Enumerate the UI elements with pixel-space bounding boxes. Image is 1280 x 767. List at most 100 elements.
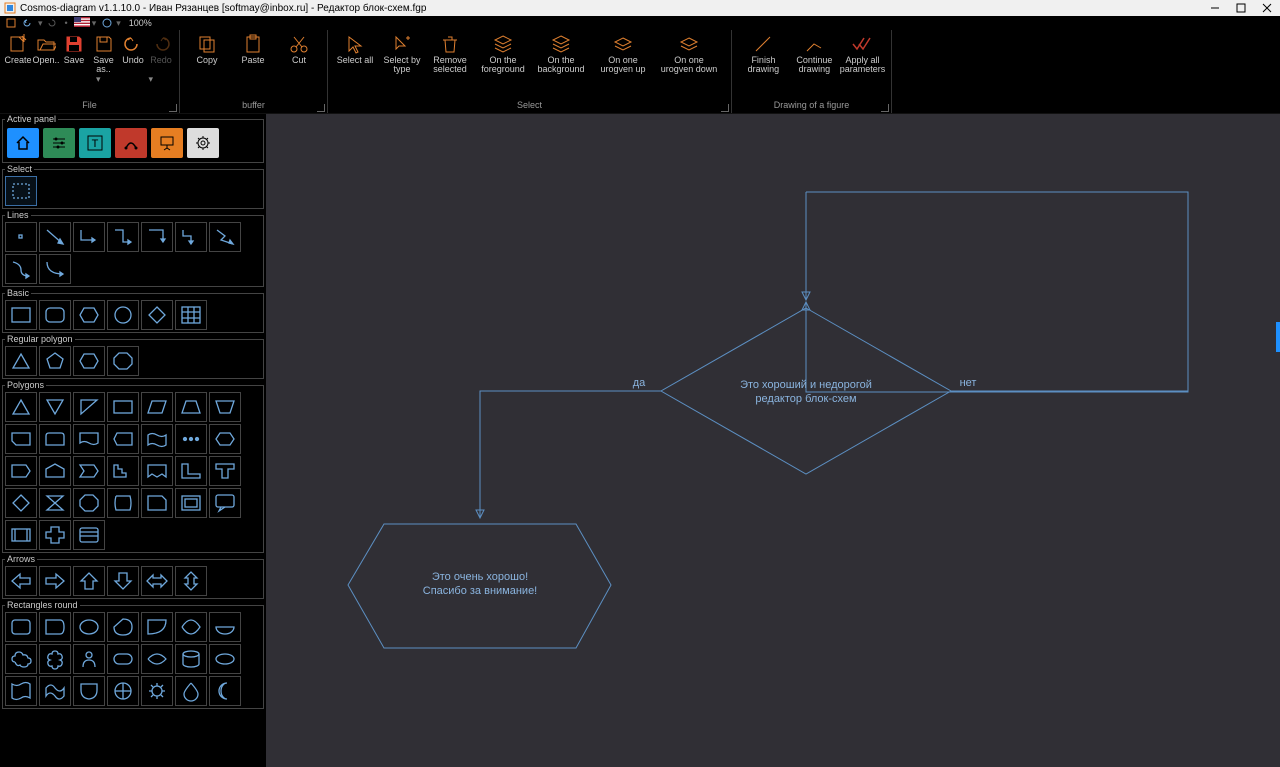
poly-tri-down[interactable]: [39, 392, 71, 422]
line-arrow[interactable]: [39, 222, 71, 252]
foreground-button[interactable]: On the foreground: [474, 32, 532, 99]
poly-form[interactable]: [73, 520, 105, 550]
arrow-left[interactable]: [5, 566, 37, 596]
select-by-type-button[interactable]: Select by type: [378, 32, 426, 99]
close-button[interactable]: [1254, 1, 1280, 15]
arrow-lr[interactable]: [141, 566, 173, 596]
poly-tag[interactable]: [5, 456, 37, 486]
poly-tri-right[interactable]: [73, 392, 105, 422]
regpoly-pentagon[interactable]: [39, 346, 71, 376]
poly-tab[interactable]: [39, 424, 71, 454]
poly-t[interactable]: [209, 456, 241, 486]
tool-select-rect[interactable]: [5, 176, 37, 206]
qat-redo-icon[interactable]: [45, 17, 59, 29]
rr-cyl[interactable]: [175, 644, 207, 674]
line-elbow-2[interactable]: [107, 222, 139, 252]
arrow-right[interactable]: [39, 566, 71, 596]
rr-6[interactable]: [175, 612, 207, 642]
rr-5[interactable]: [141, 612, 173, 642]
create-button[interactable]: Create: [4, 32, 32, 75]
poly-doc[interactable]: [73, 424, 105, 454]
rr-lens[interactable]: [141, 644, 173, 674]
paste-button[interactable]: Paste: [230, 32, 276, 99]
poly-hex[interactable]: [209, 424, 241, 454]
maximize-button[interactable]: [1228, 1, 1254, 15]
level-down-button[interactable]: On one urogven down: [656, 32, 722, 99]
poly-trap2[interactable]: [209, 392, 241, 422]
basic-circle[interactable]: [107, 300, 139, 330]
line-step[interactable]: [175, 222, 207, 252]
poly-hourglass[interactable]: [39, 488, 71, 518]
rr-gear[interactable]: [141, 676, 173, 706]
arrow-up[interactable]: [73, 566, 105, 596]
rr-drop[interactable]: [175, 676, 207, 706]
buffer-dialog-launcher[interactable]: [317, 104, 325, 112]
poly-frame[interactable]: [175, 488, 207, 518]
copy-button[interactable]: Copy: [184, 32, 230, 99]
poly-callout[interactable]: [209, 488, 241, 518]
connector-box[interactable]: [806, 190, 1188, 197]
line-elbow-1[interactable]: [73, 222, 105, 252]
qat-undo-icon[interactable]: [20, 17, 34, 29]
rr-1[interactable]: [5, 612, 37, 642]
rr-flower[interactable]: [39, 644, 71, 674]
zoom-percent[interactable]: 100%: [129, 18, 152, 28]
line-point[interactable]: [5, 222, 37, 252]
tab-presentation[interactable]: [151, 128, 183, 158]
poly-trap[interactable]: [175, 392, 207, 422]
poly-tri-up[interactable]: [5, 392, 37, 422]
poly-cutcorner[interactable]: [141, 488, 173, 518]
arrow-ud[interactable]: [175, 566, 207, 596]
select-dialog-launcher[interactable]: [721, 104, 729, 112]
tab-connector[interactable]: [115, 128, 147, 158]
undo-button[interactable]: Undo: [119, 32, 147, 75]
rr-cloud[interactable]: [5, 644, 37, 674]
line-elbow-3[interactable]: [141, 222, 173, 252]
poly-chev[interactable]: [73, 456, 105, 486]
save-as-button[interactable]: Save as..: [88, 32, 119, 75]
poly-more[interactable]: [175, 424, 207, 454]
arrow-down[interactable]: [107, 566, 139, 596]
canvas[interactable]: Это хороший и недорогой редактор блок-сх…: [266, 114, 1280, 767]
rr-7[interactable]: [209, 612, 241, 642]
minimize-button[interactable]: [1202, 1, 1228, 15]
undo-split-drop[interactable]: ▾: [143, 75, 160, 99]
right-panel-handle[interactable]: [1276, 322, 1280, 352]
tab-sliders[interactable]: [43, 128, 75, 158]
background-button[interactable]: On the background: [532, 32, 590, 99]
tab-home[interactable]: [7, 128, 39, 158]
poly-process[interactable]: [5, 520, 37, 550]
rr-flag[interactable]: [5, 676, 37, 706]
save-button[interactable]: Save: [60, 32, 88, 75]
poly-tape[interactable]: [141, 424, 173, 454]
rr-ellipse2[interactable]: [209, 644, 241, 674]
level-up-button[interactable]: On one urogven up: [590, 32, 656, 99]
open-button[interactable]: Open..: [32, 32, 60, 75]
basic-rect[interactable]: [5, 300, 37, 330]
poly-step[interactable]: [107, 456, 139, 486]
rr-shield[interactable]: [73, 676, 105, 706]
qat-save-icon[interactable]: [4, 17, 18, 29]
tab-text[interactable]: T: [79, 128, 111, 158]
left-panel[interactable]: Active panel T Select Lines: [0, 114, 266, 767]
rr-2[interactable]: [39, 612, 71, 642]
regpoly-triangle[interactable]: [5, 346, 37, 376]
rr-wave[interactable]: [39, 676, 71, 706]
poly-diamond[interactable]: [5, 488, 37, 518]
qat-help-icon[interactable]: [100, 17, 114, 29]
drawing-dialog-launcher[interactable]: [881, 104, 889, 112]
poly-rect[interactable]: [107, 392, 139, 422]
poly-banner[interactable]: [141, 456, 173, 486]
poly-barrel[interactable]: [107, 488, 139, 518]
continue-drawing-button[interactable]: Continue drawing: [791, 32, 838, 99]
poly-home[interactable]: [39, 456, 71, 486]
save-split-drop[interactable]: ▾: [90, 75, 107, 99]
poly-display[interactable]: [107, 424, 139, 454]
remove-selected-button[interactable]: Remove selected: [426, 32, 474, 99]
rr-moon[interactable]: [209, 676, 241, 706]
select-all-button[interactable]: Select all: [332, 32, 378, 99]
rr-person[interactable]: [73, 644, 105, 674]
line-curve-2[interactable]: [39, 254, 71, 284]
poly-l[interactable]: [175, 456, 207, 486]
connector-frame[interactable]: [806, 192, 1188, 392]
